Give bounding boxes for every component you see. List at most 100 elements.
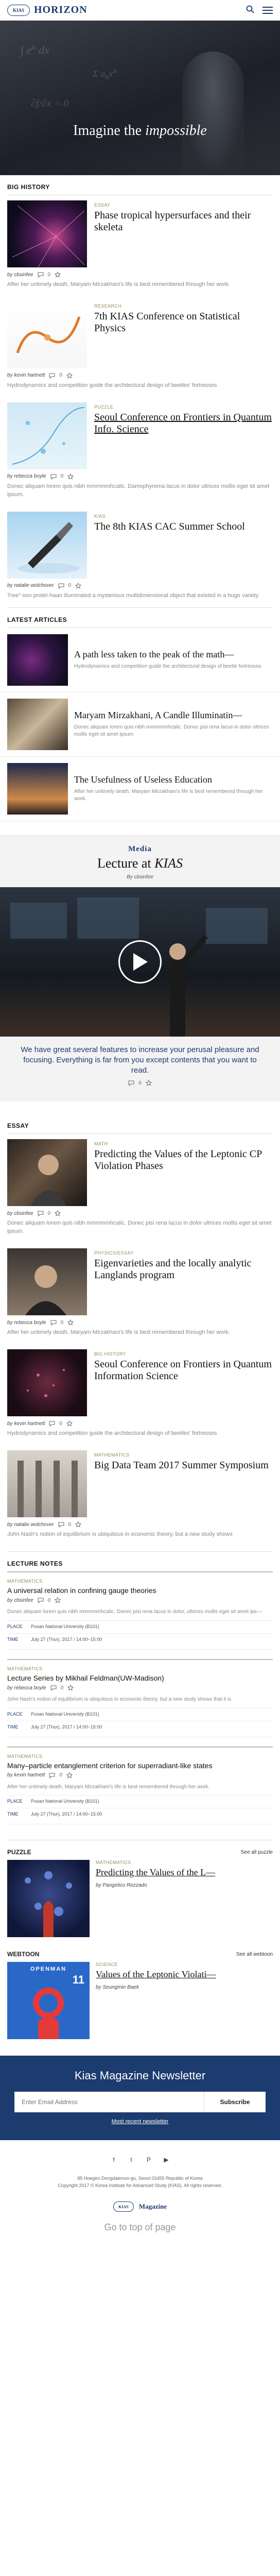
star-icon[interactable] [67,473,74,480]
video-player[interactable] [0,887,280,1037]
article-card[interactable]: MATH Predicting the Values of the Lepton… [0,1134,280,1243]
article-title[interactable]: The Usefulness of Useless Education [74,774,273,786]
note-author: by rebecca boyle [7,1685,46,1691]
comment-icon[interactable] [58,1521,64,1528]
article-thumbnail[interactable] [7,1139,87,1207]
article-thumbnail[interactable] [7,1349,87,1417]
article-card[interactable]: MATHEMATICS Big Data Team 2017 Summer Sy… [0,1445,280,1546]
article-title[interactable]: Seoul Conference on Frontiers in Quantum… [94,1359,273,1382]
comment-icon[interactable] [38,1597,44,1604]
article-thumbnail[interactable] [7,762,68,815]
comment-icon[interactable] [49,1420,55,1427]
puzzle-section: PUZZLE See all puzzle MATHEMATICS Predic… [0,1840,280,1942]
star-icon[interactable] [55,1210,61,1216]
note-excerpt: John Nash's notion of equilibrium is ubi… [7,1697,232,1702]
play-button[interactable] [118,940,162,984]
latest-article[interactable]: A path less taken to the peak of the mat… [0,628,280,692]
article-author: by rebecca boyle [7,473,46,480]
puzzle-thumbnail[interactable] [7,1860,90,1938]
article-thumbnail[interactable] [7,301,87,368]
note-title[interactable]: Lecture Series by Mikhail Feldman(UW-Mad… [7,1673,273,1683]
star-icon[interactable] [55,1597,61,1603]
article-card[interactable]: PHYSICS/ESSAY Eigenvarieties and the loc… [0,1243,280,1344]
lecture-note[interactable]: MATHEMATICS Many–particle entanglement c… [7,1746,273,1825]
hero-banner[interactable]: ∫ ex dx Σ anxn ∂f/∂x = 0 Imagine the imp… [0,21,280,175]
article-thumbnail[interactable] [7,1248,87,1316]
latest-article[interactable]: Maryam Mirzakhani, A Candle Illuminatin—… [0,692,280,757]
star-icon[interactable] [75,1521,82,1528]
lecture-note[interactable]: MATHEMATICS Lecture Series by Mikhail Fe… [7,1658,273,1737]
puzzle-category: MATHEMATICS [96,1860,131,1866]
comment-icon[interactable] [128,1080,134,1087]
webtoon-title[interactable]: Values of the Leptonic Violati— [96,1969,216,1980]
recent-newsletter-link[interactable]: Most recent newsletter [14,2119,266,2125]
article-title[interactable]: Seoul Conference on Frontiers in Quantum… [94,412,273,435]
article-card[interactable]: ESSAY Phase tropical hypersurfaces and t… [0,195,280,296]
latest-article[interactable]: The Usefulness of Useless Education Afte… [0,757,280,821]
star-icon[interactable] [145,1080,152,1086]
article-card[interactable]: BIG HISTORY Seoul Conference on Frontier… [0,1344,280,1445]
article-excerpt: Donec aliquam lorem quis nibh mmmmmhcali… [7,483,270,498]
article-title[interactable]: A path less taken to the peak of the mat… [74,649,261,660]
article-thumbnail[interactable] [7,698,68,750]
article-category: KIAS [94,513,106,519]
comment-icon[interactable] [49,372,55,379]
article-title[interactable]: Eigenvarieties and the locally analytic … [94,1258,273,1281]
note-excerpt: After her untimely death, Maryam Mirzakh… [7,1784,210,1790]
article-thumbnail[interactable] [7,511,87,579]
webtoon-thumbnail[interactable]: OPENMAN 11 [7,1962,90,2040]
article-card[interactable]: PUZZLE Seoul Conference on Frontiers in … [0,397,280,506]
article-thumbnail[interactable] [7,402,87,469]
search-icon[interactable] [246,5,254,15]
youtube-icon[interactable]: ▶ [162,2156,170,2164]
subscribe-button[interactable]: Subscribe [204,2092,266,2113]
pinterest-icon[interactable]: P [145,2156,153,2164]
article-title[interactable]: Predicting the Values of the Leptonic CP… [94,1148,273,1172]
twitter-icon[interactable]: t [127,2156,135,2164]
star-icon[interactable] [55,272,61,278]
article-category: RESEARCH [94,303,122,309]
comment-icon[interactable] [50,473,57,480]
star-icon[interactable] [67,1685,74,1691]
comment-count: 0 [59,1420,62,1427]
note-title[interactable]: A universal relation in confining gauge … [7,1586,273,1595]
article-title[interactable]: 7th KIAS Conference on Statistical Physi… [94,311,273,334]
article-title[interactable]: Phase tropical hypersurfaces and their s… [94,210,273,233]
back-to-top-link[interactable]: Go to top of page [7,2222,273,2233]
star-icon[interactable] [67,1319,74,1326]
comment-icon[interactable] [50,1319,57,1326]
comment-count: 0 [59,1772,62,1778]
star-icon[interactable] [66,372,73,379]
article-title[interactable]: Big Data Team 2017 Summer Symposium [94,1460,273,1471]
logo-link[interactable]: KIAS HORIZON [7,4,87,16]
webtoon-card[interactable]: OPENMAN 11 SCIENCE Values of the Leptoni… [0,1962,280,2044]
see-all-puzzle-link[interactable]: See all puzzle [241,1850,273,1855]
article-card[interactable]: RESEARCH 7th KIAS Conference on Statisti… [0,296,280,397]
article-thumbnail[interactable] [7,634,68,686]
comment-icon[interactable] [38,1210,44,1217]
star-icon[interactable] [66,1420,73,1427]
comment-icon[interactable] [49,1772,55,1778]
footer-logo[interactable]: KIAS Magazine [7,2201,273,2212]
lecture-notes-section: LECTURE NOTES MATHEMATICS A universal re… [0,1551,280,1825]
see-all-webtoon-link[interactable]: See all webtoon [236,1952,273,1957]
star-icon[interactable] [66,1772,73,1778]
comment-icon[interactable] [38,272,44,278]
puzzle-card[interactable]: MATHEMATICS Predicting the Values of the… [0,1860,280,1942]
article-title[interactable]: Maryam Mirzakhani, A Candle Illuminatin— [74,710,273,721]
note-title[interactable]: Many–particle entanglement criterion for… [7,1761,273,1770]
lecture-note[interactable]: MATHEMATICS A universal relation in conf… [7,1571,273,1650]
comment-icon[interactable] [58,583,64,589]
menu-icon[interactable] [262,6,273,14]
article-card[interactable]: KIAS The 8th KIAS CAC Summer School by n… [0,506,280,607]
facebook-icon[interactable]: f [110,2156,118,2164]
article-excerpt: Hydrodynamics and competition guide the … [7,382,217,388]
puzzle-title[interactable]: Predicting the Values of the L— [96,1867,215,1878]
media-title[interactable]: Lecture at KIAS [0,856,280,871]
comment-icon[interactable] [50,1685,57,1691]
email-input[interactable] [14,2092,204,2113]
star-icon[interactable] [75,582,82,589]
article-thumbnail[interactable] [7,1450,87,1518]
article-thumbnail[interactable] [7,200,87,267]
article-title[interactable]: The 8th KIAS CAC Summer School [94,521,273,533]
